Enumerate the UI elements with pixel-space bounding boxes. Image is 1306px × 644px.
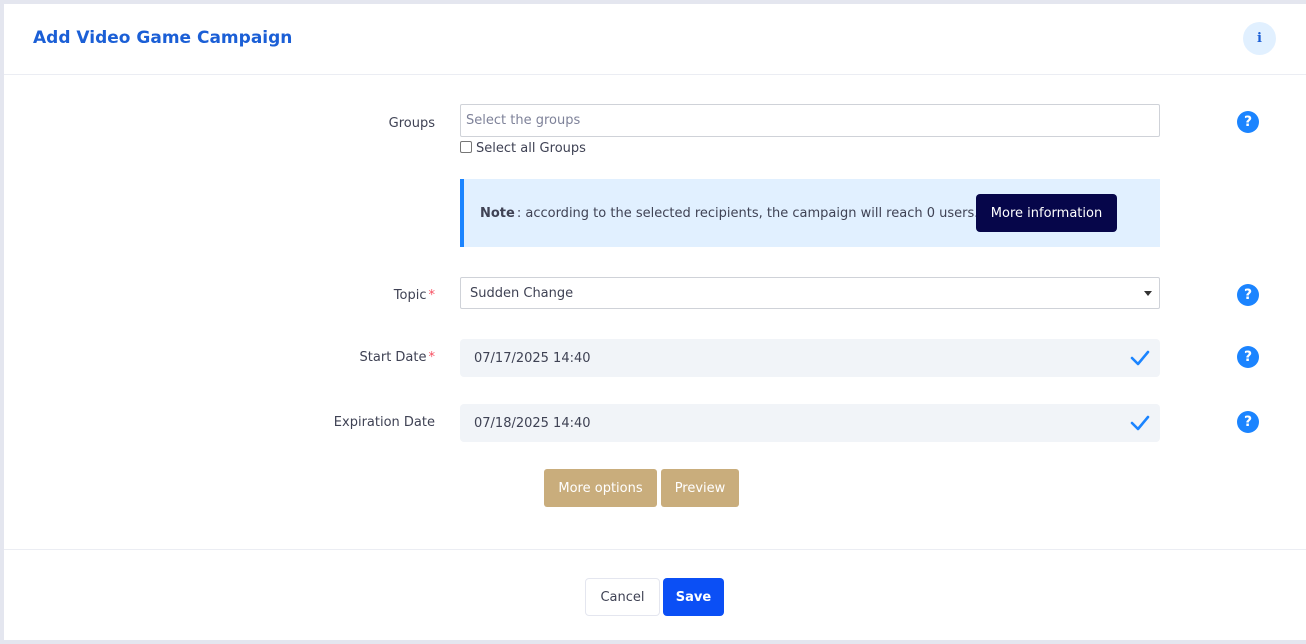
start-date-label-text: Start Date <box>359 350 427 365</box>
expiration-date-label: Expiration Date <box>333 415 435 430</box>
select-all-groups[interactable]: Select all Groups <box>460 141 586 156</box>
save-button[interactable]: Save <box>663 578 724 616</box>
topic-help-icon[interactable]: ? <box>1237 284 1259 306</box>
groups-help-icon[interactable]: ? <box>1237 111 1259 133</box>
expiration-date-value: 07/18/2025 14:40 <box>474 415 591 431</box>
groups-placeholder: Select the groups <box>466 113 581 128</box>
topic-select[interactable]: Sudden Change <box>460 277 1160 309</box>
preview-button[interactable]: Preview <box>661 469 739 507</box>
note-text: : according to the selected recipients, … <box>516 205 979 221</box>
page-title: Add Video Game Campaign <box>33 28 293 48</box>
groups-input[interactable]: Select the groups <box>460 104 1160 137</box>
chevron-down-icon <box>1144 291 1152 296</box>
topic-label-text: Topic <box>393 288 427 303</box>
check-icon <box>1130 415 1150 431</box>
start-date-value: 07/17/2025 14:40 <box>474 350 591 366</box>
topic-value: Sudden Change <box>470 285 574 301</box>
card-footer: Cancel Save <box>4 549 1306 640</box>
cancel-button[interactable]: Cancel <box>585 578 660 616</box>
select-all-label: Select all Groups <box>476 141 586 156</box>
info-icon[interactable]: i <box>1243 22 1276 55</box>
card-header: Add Video Game Campaign i <box>4 4 1306 75</box>
required-mark: * <box>428 288 436 303</box>
start-date-input[interactable]: 07/17/2025 14:40 <box>460 339 1160 377</box>
required-mark: * <box>428 350 436 365</box>
start-date-help-icon[interactable]: ? <box>1237 346 1259 368</box>
expiration-date-help-icon[interactable]: ? <box>1237 411 1259 433</box>
check-icon <box>1130 350 1150 366</box>
more-information-button[interactable]: More information <box>976 194 1117 232</box>
note-bold: Note <box>480 205 515 221</box>
topic-label: Topic * <box>135 288 435 303</box>
expiration-date-input[interactable]: 07/18/2025 14:40 <box>460 404 1160 442</box>
more-options-button[interactable]: More options <box>544 469 657 507</box>
select-all-checkbox[interactable] <box>460 141 472 153</box>
start-date-label: Start Date * <box>135 350 435 365</box>
campaign-form-card: Add Video Game Campaign i Groups Select … <box>4 4 1306 640</box>
groups-label: Groups <box>388 116 435 131</box>
